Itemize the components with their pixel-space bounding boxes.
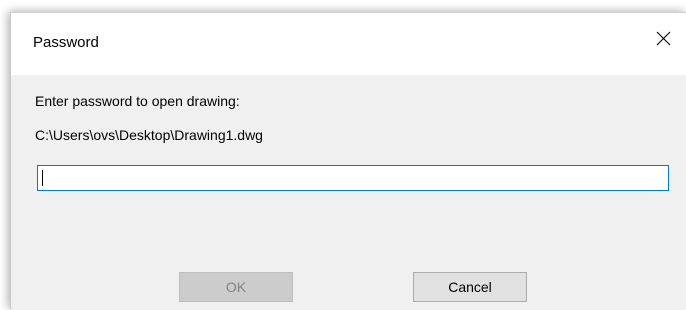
password-input[interactable] [37,165,669,191]
file-path-label: C:\Users\ovs\Desktop\Drawing1.dwg [35,127,263,143]
dialog-title: Password [33,34,99,51]
title-bar[interactable]: Password [11,13,686,75]
text-caret [42,170,43,186]
dialog-content: Enter password to open drawing: C:\Users… [11,75,686,310]
close-button[interactable] [640,22,686,60]
ok-button[interactable]: OK [179,272,293,302]
password-prompt-label: Enter password to open drawing: [35,93,240,109]
cancel-button[interactable]: Cancel [413,272,527,302]
password-dialog: Password Enter password to open drawing:… [10,12,686,310]
close-icon [656,31,671,51]
